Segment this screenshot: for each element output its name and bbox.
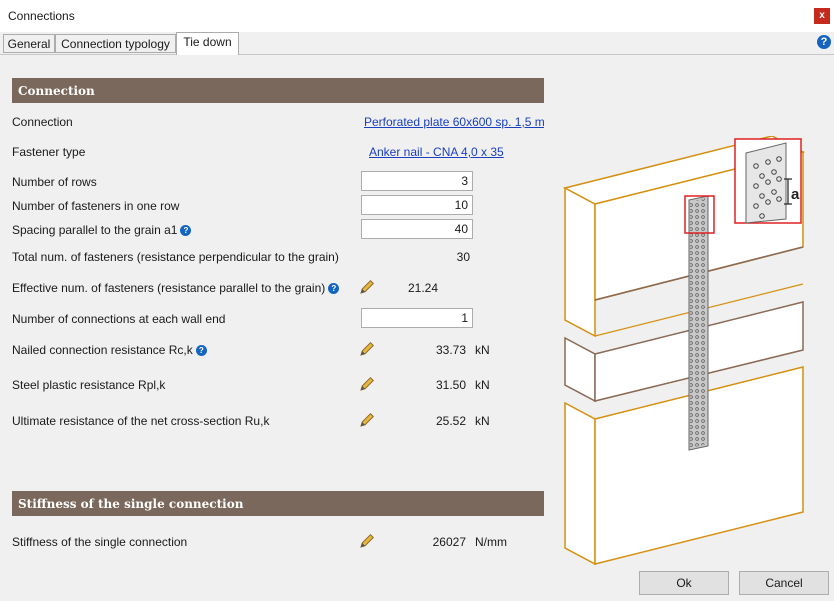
connections-per-end-label: Number of connections at each wall end <box>12 312 226 326</box>
connection-section-header: Connection <box>12 78 544 103</box>
spacing-a1-input[interactable]: 40 <box>361 219 473 239</box>
tab-tie-down[interactable]: Tie down <box>176 32 239 55</box>
steel-plastic-label: Steel plastic resistance Rpl,k <box>12 378 166 392</box>
help-icon[interactable]: ? <box>195 345 207 356</box>
steel-plastic-unit: kN <box>475 378 490 392</box>
fasteners-per-row-label: Number of fasteners in one row <box>12 199 180 213</box>
nailed-resistance-row: Nailed connection resistance Rc,k? <box>12 343 207 357</box>
nailed-resistance-label: Nailed connection resistance Rc,k <box>12 343 193 357</box>
dimension-label: a <box>791 186 800 203</box>
pencil-icon[interactable] <box>358 375 376 393</box>
title-bar: Connections x <box>0 0 834 32</box>
stiffness-value: 26027 <box>432 535 466 549</box>
fastener-type-link[interactable]: Anker nail - CNA 4,0 x 35 <box>369 145 504 159</box>
effective-fasteners-row: Effective num. of fasteners (resistance … <box>12 281 340 295</box>
effective-fasteners-label: Effective num. of fasteners (resistance … <box>12 281 326 295</box>
ultimate-resistance-label: Ultimate resistance of the net cross-sec… <box>12 414 270 428</box>
help-icon[interactable]: ? <box>180 225 192 236</box>
ultimate-resistance-unit: kN <box>475 414 490 428</box>
tie-down-illustration: a <box>562 136 806 566</box>
spacing-a1-label: Spacing parallel to the grain a1 <box>12 223 178 237</box>
stiffness-unit: N/mm <box>475 535 507 549</box>
stiffness-label: Stiffness of the single connection <box>12 535 188 549</box>
cancel-button[interactable]: Cancel <box>739 571 829 595</box>
tab-general[interactable]: General <box>3 34 55 53</box>
steel-plastic-value: 31.50 <box>435 378 466 392</box>
pencil-icon[interactable] <box>358 532 376 550</box>
connections-per-end-input[interactable]: 1 <box>361 308 473 328</box>
nailed-resistance-unit: kN <box>475 343 490 357</box>
stiffness-section-header: Stiffness of the single connection <box>12 491 544 516</box>
close-button[interactable]: x <box>814 8 830 24</box>
pencil-icon[interactable] <box>358 278 376 296</box>
help-icon[interactable]: ? <box>817 35 831 49</box>
pencil-icon[interactable] <box>358 411 376 429</box>
fasteners-per-row-input[interactable]: 10 <box>361 195 473 215</box>
total-fasteners-label: Total num. of fasteners (resistance perp… <box>12 250 339 264</box>
number-of-rows-label: Number of rows <box>12 175 97 189</box>
tab-bar: General Connection typology Tie down <box>0 32 834 55</box>
nailed-resistance-value: 33.73 <box>435 343 466 357</box>
pencil-icon[interactable] <box>358 340 376 358</box>
fastener-type-label: Fastener type <box>12 145 86 159</box>
ok-button[interactable]: Ok <box>639 571 729 595</box>
connection-link[interactable]: Perforated plate 60x600 sp. 1,5 mr <box>364 115 544 129</box>
number-of-rows-input[interactable]: 3 <box>361 171 473 191</box>
tab-connection-typology[interactable]: Connection typology <box>55 34 176 53</box>
connection-label: Connection <box>12 115 73 129</box>
spacing-a1-row: Spacing parallel to the grain a1? <box>12 223 192 237</box>
total-fasteners-value: 30 <box>456 250 470 264</box>
ultimate-resistance-value: 25.52 <box>435 414 466 428</box>
window-title: Connections <box>8 9 75 23</box>
help-icon[interactable]: ? <box>328 283 340 294</box>
effective-fasteners-value: 21.24 <box>407 281 438 295</box>
